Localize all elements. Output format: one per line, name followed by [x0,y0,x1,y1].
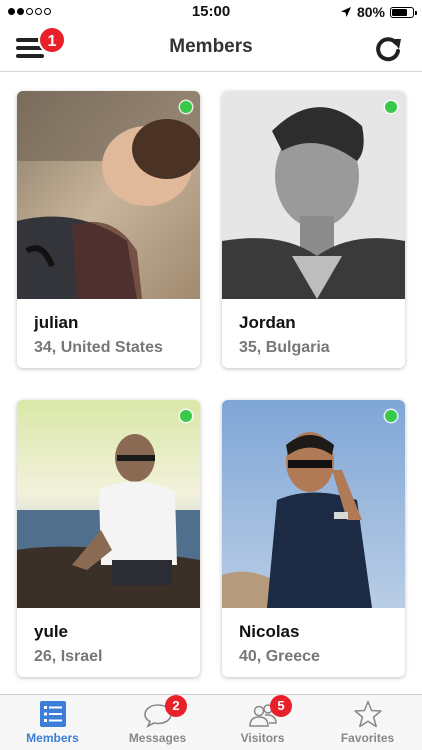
member-age-location: 34, United States [34,339,163,356]
member-age-location: 26, Israel [34,648,103,665]
online-status-indicator [180,101,192,113]
member-card[interactable]: yule 26, Israel [17,400,200,677]
member-age-location: 35, Bulgaria [239,339,330,356]
battery-percent: 80% [356,4,385,20]
online-status-indicator [385,101,397,113]
member-name: Nicolas [239,622,300,641]
tab-label: Visitors [240,731,285,745]
status-bar: 15:00 80% [0,0,422,24]
messages-badge: 2 [165,695,187,717]
tab-label: Favorites [340,731,395,745]
list-icon [39,701,66,727]
member-photo [17,400,200,608]
member-name: yule [34,622,69,641]
member-card[interactable]: Nicolas 40, Greece [222,400,405,677]
member-card[interactable]: julian 34, United States [17,91,200,368]
page-title: Members [169,36,253,57]
refresh-icon[interactable] [372,34,404,64]
tab-label: Messages [128,731,187,745]
tab-visitors[interactable]: 5 Visitors [210,695,315,750]
tab-messages[interactable]: 2 Messages [105,695,210,750]
online-status-indicator [180,410,192,422]
tab-label: Members [26,731,79,745]
member-photo [17,91,200,299]
battery-icon [390,6,417,18]
tab-bar: Members 2 Messages 5 Visitors Favorites [0,694,422,750]
online-status-indicator [385,410,397,422]
tab-members[interactable]: Members [0,695,105,750]
battery-status: 80% [340,4,417,20]
visitors-badge: 5 [270,695,292,717]
member-card[interactable]: Jordan 35, Bulgaria [222,91,405,368]
member-name: julian [34,313,79,332]
member-photo [222,400,405,608]
location-arrow-icon [340,7,351,17]
tab-favorites[interactable]: Favorites [315,695,420,750]
member-name: Jordan [239,313,296,332]
member-photo [222,91,405,299]
member-age-location: 40, Greece [239,648,320,665]
nav-bar: 1 Members [0,24,422,72]
star-icon [353,700,382,728]
